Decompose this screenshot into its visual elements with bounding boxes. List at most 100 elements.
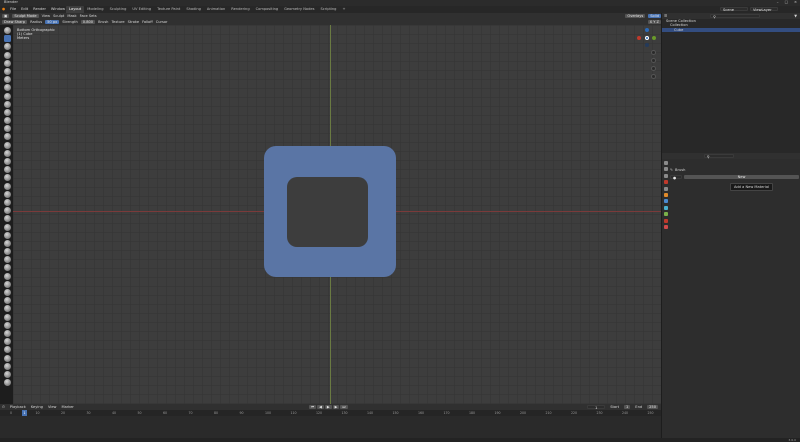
properties-tab-icon[interactable] (663, 167, 668, 172)
outliner-search-input[interactable]: ⚲ (710, 14, 761, 19)
tool-menu-cursor[interactable]: Cursor (156, 20, 168, 24)
y-axis-icon[interactable] (645, 36, 649, 40)
sculpt-tool-icon[interactable] (3, 256, 11, 264)
timeline-menu-playback[interactable]: Playback (10, 405, 26, 409)
sculpt-tool-icon[interactable] (3, 76, 11, 84)
maximize-icon[interactable]: □ (785, 0, 788, 4)
current-frame-field[interactable]: 1 (587, 405, 606, 410)
sculpt-mesh[interactable] (264, 146, 396, 277)
radius-field[interactable]: 50 px (45, 20, 60, 24)
sculpt-tool-icon[interactable] (3, 223, 11, 231)
sculpt-tool-icon[interactable] (3, 321, 11, 329)
sculpt-tool-icon[interactable] (3, 92, 11, 100)
sculpt-tool-icon[interactable] (3, 338, 11, 346)
close-icon[interactable]: × (794, 0, 797, 4)
sculpt-tool-icon[interactable] (3, 305, 11, 313)
start-frame-field[interactable]: 1 (624, 405, 631, 409)
sculpt-tool-icon[interactable] (3, 231, 11, 239)
add-workspace-button[interactable]: + (339, 6, 348, 13)
pan-hand-icon[interactable] (651, 58, 656, 63)
scene-name-field[interactable]: Scene (720, 7, 748, 12)
z-axis-icon[interactable] (645, 28, 649, 32)
symmetry-axes[interactable]: X Y Z (647, 20, 661, 24)
jump-end-icon[interactable]: ⏭ (340, 405, 348, 409)
workspace-tab[interactable]: Geometry Nodes (281, 6, 317, 13)
sculpt-tool-icon[interactable] (3, 239, 11, 247)
next-key-icon[interactable]: ▶ (332, 405, 340, 409)
workspace-tab[interactable]: Sculpting (107, 6, 130, 13)
viewport-menu-mask[interactable]: Mask (67, 14, 76, 18)
sculpt-tool-icon[interactable] (3, 141, 11, 149)
editor-type-button[interactable]: ▣ (2, 14, 10, 18)
timeline-menu-marker[interactable]: Marker (61, 405, 73, 409)
tool-menu-falloff[interactable]: Falloff (142, 20, 153, 24)
material-browse-button[interactable]: ● (670, 175, 682, 180)
sculpt-tool-icon[interactable] (3, 198, 11, 206)
sculpt-tool-icon[interactable] (3, 289, 11, 296)
workspace-tab[interactable]: Layout (66, 6, 85, 13)
camera-icon[interactable] (651, 66, 656, 71)
sculpt-tool-icon[interactable] (3, 264, 11, 272)
blender-logo-icon[interactable]: ● (2, 7, 5, 11)
tool-menu-stroke[interactable]: Stroke (128, 20, 139, 24)
properties-tab-icon[interactable] (663, 205, 668, 210)
neg-x-axis-icon[interactable] (652, 36, 656, 40)
sculpt-tool-icon[interactable] (3, 59, 11, 67)
mode-dropdown[interactable]: Sculpt Mode (12, 14, 39, 18)
viewport-menu-sculpt[interactable]: Sculpt (53, 14, 64, 18)
sculpt-tool-icon[interactable] (3, 207, 11, 215)
sculpt-tool-icon[interactable] (3, 67, 11, 75)
properties-tab-icon[interactable] (663, 212, 668, 217)
filter-icon[interactable]: ▼ (794, 14, 797, 18)
workspace-tab[interactable]: Texture Paint (154, 6, 183, 13)
sculpt-tool-icon[interactable] (3, 117, 11, 125)
menu-edit[interactable]: Edit (21, 7, 28, 11)
navigation-gizmo[interactable] (637, 28, 657, 48)
properties-tab-icon[interactable] (663, 186, 668, 191)
zoom-icon[interactable] (651, 50, 656, 55)
sculpt-tool-icon[interactable] (3, 362, 11, 370)
outliner-type-icon[interactable]: ☰ (664, 14, 667, 18)
properties-tab-icon[interactable] (663, 224, 668, 229)
properties-tab-icon[interactable] (663, 218, 668, 223)
sculpt-tool-icon[interactable] (3, 43, 11, 51)
menu-window[interactable]: Window (51, 7, 65, 11)
tool-menu-texture[interactable]: Texture (111, 20, 124, 24)
workspace-tab[interactable]: Shading (183, 6, 204, 13)
sculpt-tool-icon[interactable] (3, 27, 11, 34)
sculpt-tool-icon[interactable] (3, 313, 11, 321)
strength-field[interactable]: 0.800 (80, 20, 96, 24)
sculpt-tool-icon[interactable] (3, 190, 11, 198)
grid-icon[interactable] (651, 74, 656, 79)
viewport-menu-face-sets[interactable]: Face Sets (80, 14, 97, 18)
workspace-tab[interactable]: UV Editing (129, 6, 154, 13)
sculpt-tool-icon[interactable] (3, 297, 11, 305)
sculpt-tool-icon[interactable] (3, 248, 11, 256)
view-layer-field[interactable]: ViewLayer (750, 7, 778, 12)
workspace-tab[interactable]: Rendering (228, 6, 252, 13)
sculpt-tool-icon[interactable] (3, 379, 11, 387)
sculpt-tool-icon[interactable] (3, 354, 11, 362)
sculpt-tool-icon[interactable] (3, 215, 11, 223)
sculpt-tool-icon[interactable] (3, 370, 11, 378)
outliner-row[interactable]: Cube (662, 27, 800, 33)
sculpt-tool-icon[interactable] (3, 166, 11, 174)
sculpt-tool-icon[interactable] (3, 84, 11, 92)
sculpt-tool-icon[interactable] (3, 108, 11, 116)
end-frame-field[interactable]: 250 (647, 405, 658, 409)
workspace-tab[interactable]: Compositing (253, 6, 282, 13)
tool-menu-brush[interactable]: Brush (98, 20, 108, 24)
menu-file[interactable]: File (10, 7, 16, 11)
prev-key-icon[interactable]: ◀ (317, 405, 324, 409)
neg-z-axis-icon[interactable] (645, 43, 649, 47)
3d-viewport[interactable]: Bottom Orthographic (1) Cube Meters (13, 25, 661, 404)
frame-ruler[interactable]: 0 10 20 30 40 50 60 70 80 90 100 110 120 130 140 150 160… (0, 410, 661, 416)
timeline-menu-keying[interactable]: Keying (31, 405, 43, 409)
sculpt-tool-icon[interactable] (3, 158, 11, 165)
workspace-tab[interactable]: Modeling (84, 6, 106, 13)
timeline-type-icon[interactable]: ⏱ (2, 405, 5, 409)
overlays-dropdown[interactable]: Overlays (625, 14, 646, 18)
properties-tab-icon[interactable] (663, 192, 668, 197)
sculpt-tool-icon[interactable] (3, 280, 11, 288)
sculpt-tool-icon[interactable] (3, 133, 11, 141)
